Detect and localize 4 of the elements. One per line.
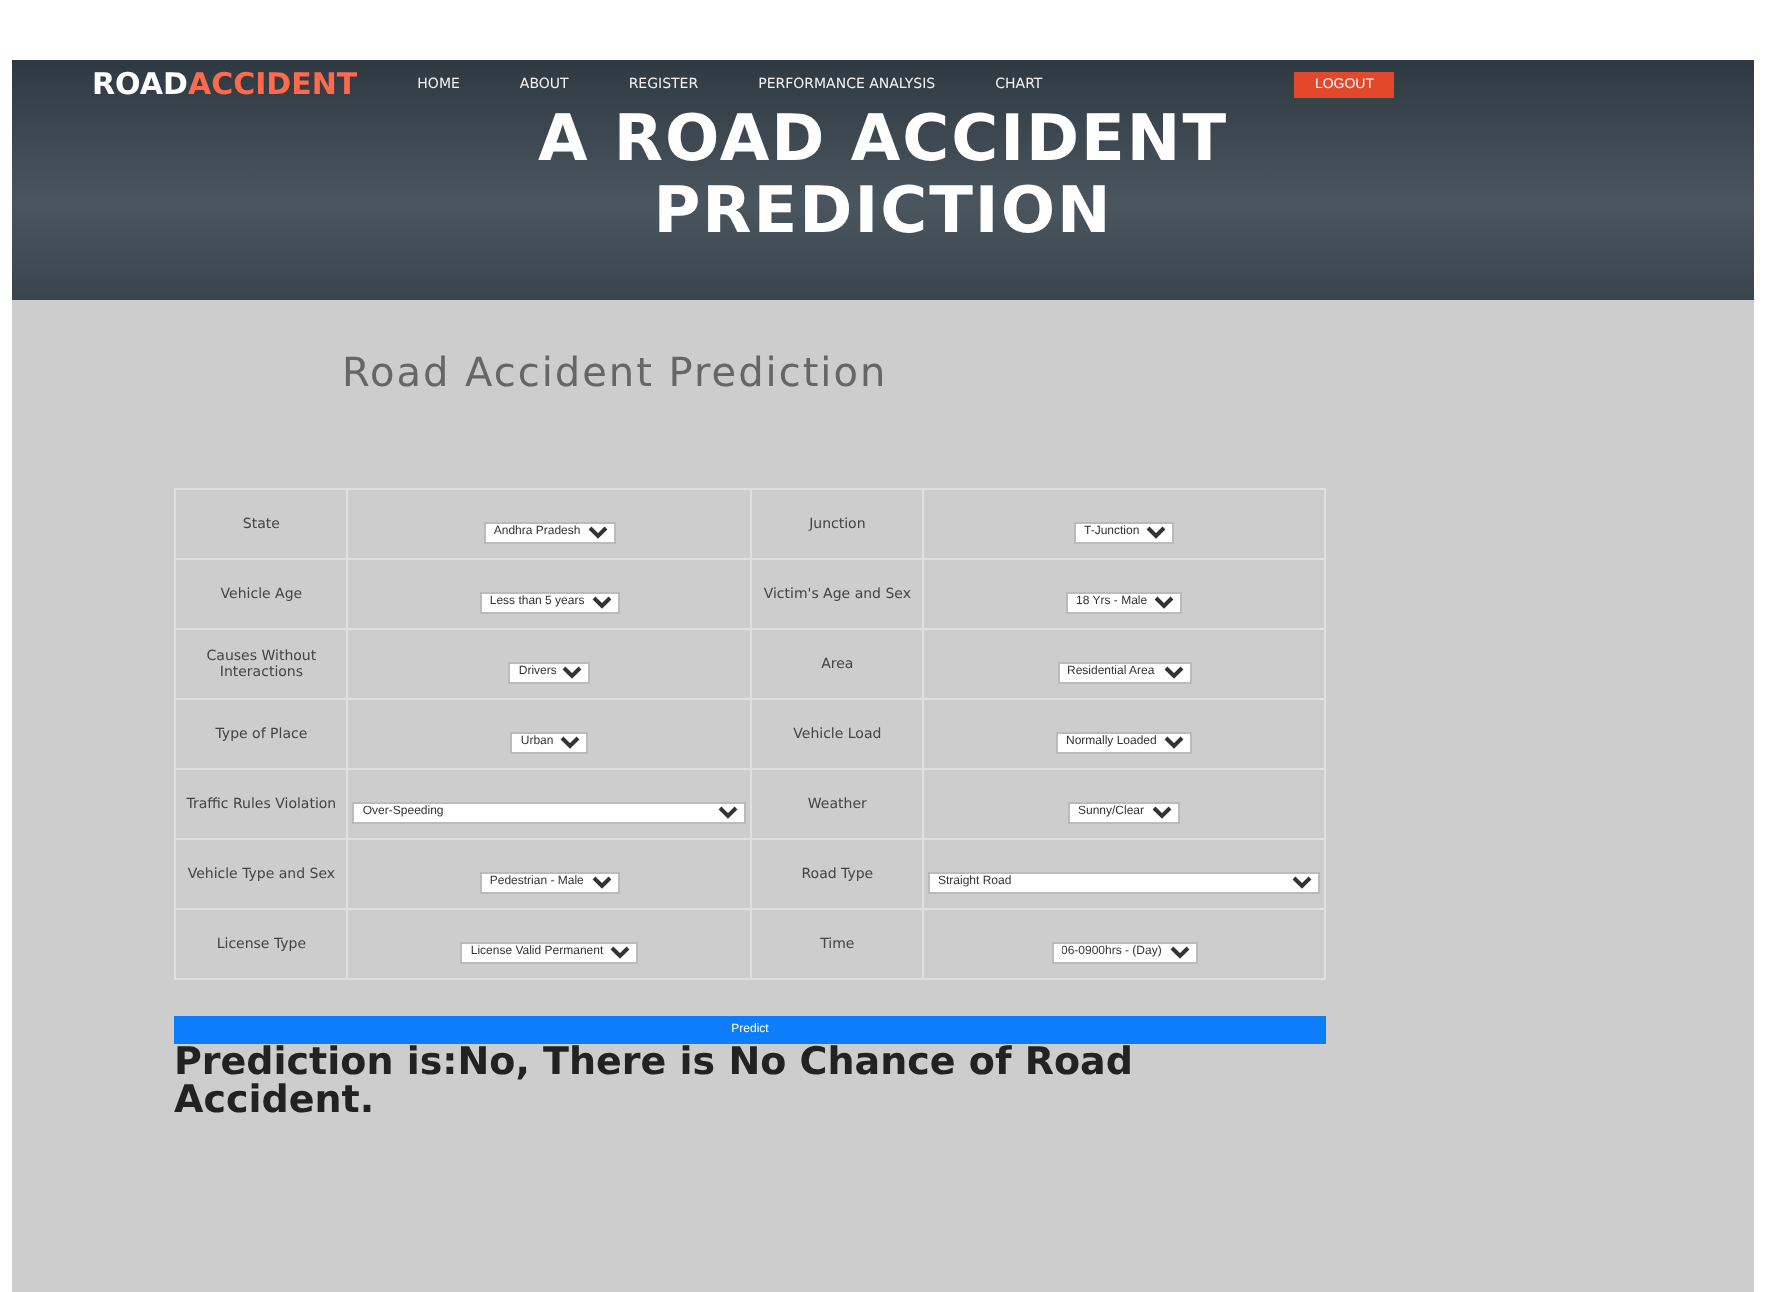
form-heading: Road Accident Prediction (342, 348, 890, 396)
prediction-result: Prediction is:No, There is No Chance of Road Accident. (174, 1044, 1135, 1120)
hero-title: A ROAD ACCIDENT PREDICTION (535, 102, 1231, 246)
brand-logo[interactable]: ROADACCIDENT (92, 66, 358, 102)
